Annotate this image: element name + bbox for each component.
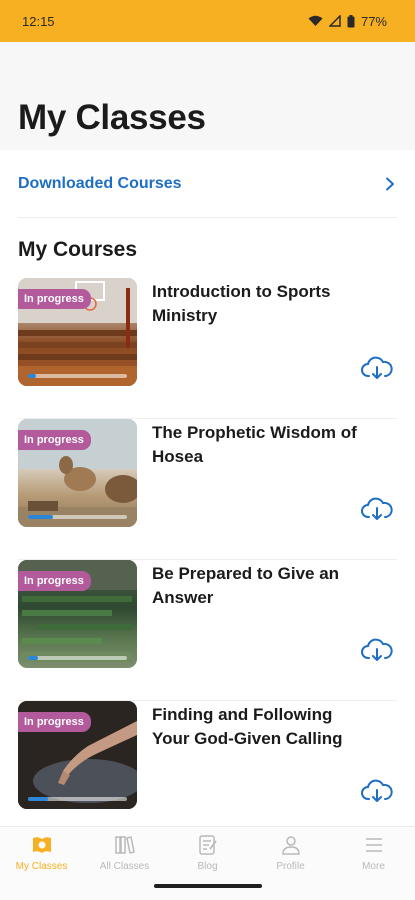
progress-bar — [28, 374, 127, 378]
course-item[interactable]: In progress Finding and Following Your G… — [18, 701, 397, 826]
header: My Classes — [0, 42, 415, 150]
nav-my-classes[interactable]: My Classes — [0, 827, 83, 900]
status-bar: 12:15 77% — [0, 0, 415, 42]
status-icons: 77% — [308, 14, 387, 29]
section-title: My Courses — [18, 238, 138, 261]
nav-blog[interactable]: Blog — [166, 827, 249, 900]
course-thumbnail[interactable]: In progress — [18, 560, 137, 668]
profile-icon — [281, 836, 300, 855]
home-indicator — [154, 884, 262, 888]
course-thumbnail[interactable]: In progress — [18, 278, 137, 386]
cloud-download-icon[interactable] — [361, 638, 393, 664]
nav-all-classes[interactable]: All Classes — [83, 827, 166, 900]
nav-more[interactable]: More — [332, 827, 415, 900]
nav-label: Profile — [276, 861, 305, 872]
page-title: My Classes — [18, 98, 206, 137]
cloud-download-icon[interactable] — [361, 356, 393, 382]
downloaded-courses-label: Downloaded Courses — [18, 174, 182, 192]
status-badge: In progress — [18, 712, 91, 732]
battery-level: 77% — [360, 13, 387, 29]
course-title[interactable]: Finding and Following Your God-Given Cal… — [152, 703, 362, 751]
blog-icon — [198, 835, 217, 855]
main-content: Downloaded Courses My Courses In progres… — [0, 150, 415, 826]
course-list: In progress Introduction to Sports Minis… — [0, 278, 415, 826]
progress-bar — [28, 656, 127, 660]
course-item[interactable]: In progress The Prophetic Wisdom of Hose… — [18, 419, 397, 560]
chevron-right-icon — [386, 177, 394, 190]
course-thumbnail[interactable]: In progress — [18, 701, 137, 809]
course-title[interactable]: Introduction to Sports Ministry — [152, 280, 362, 328]
course-item[interactable]: In progress Be Prepared to Give an Answe… — [18, 560, 397, 701]
signal-icon — [328, 15, 341, 27]
nav-label: My Classes — [15, 861, 68, 872]
progress-fill — [28, 515, 53, 519]
status-time: 12:15 — [22, 13, 55, 29]
status-badge: In progress — [18, 289, 91, 309]
nav-profile[interactable]: Profile — [249, 827, 332, 900]
cloud-download-icon[interactable] — [361, 497, 393, 523]
course-title[interactable]: The Prophetic Wisdom of Hosea — [152, 421, 362, 469]
cloud-download-icon[interactable] — [361, 779, 393, 805]
status-badge: In progress — [18, 430, 91, 450]
course-thumbnail[interactable]: In progress — [18, 419, 137, 527]
progress-bar — [28, 515, 127, 519]
nav-label: All Classes — [99, 861, 150, 872]
menu-icon — [365, 838, 382, 852]
progress-fill — [28, 656, 38, 660]
progress-fill — [28, 797, 48, 801]
nav-label: Blog — [197, 861, 218, 872]
status-badge: In progress — [18, 571, 91, 591]
progress-bar — [28, 797, 127, 801]
progress-fill — [28, 374, 36, 378]
books-icon — [114, 836, 135, 854]
course-title[interactable]: Be Prepared to Give an Answer — [152, 562, 362, 610]
wifi-icon — [308, 15, 323, 26]
bottom-nav: My Classes All Classes Blog Profile More — [0, 826, 415, 900]
downloaded-courses-row[interactable]: Downloaded Courses — [18, 150, 397, 218]
course-item[interactable]: In progress Introduction to Sports Minis… — [18, 278, 397, 419]
book-open-icon — [32, 837, 51, 853]
battery-icon — [347, 14, 355, 27]
nav-label: More — [362, 861, 385, 872]
